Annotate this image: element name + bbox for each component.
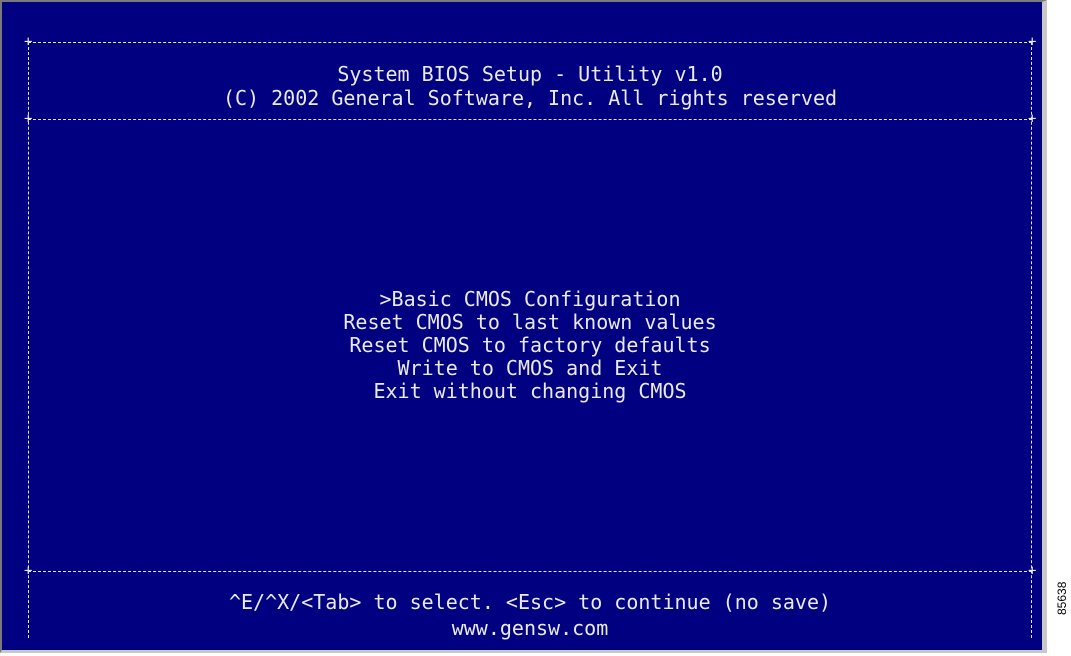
website-text: www.gensw.com [451,616,609,640]
frame-corner: + [24,563,33,579]
selection-marker: > [379,287,392,311]
page: + + + + + + System BIOS Setup - Utility … [0,0,1071,656]
bios-title: System BIOS Setup - Utility v1.0 [337,62,723,86]
menu-item-write-cmos-and-exit[interactable]: Write to CMOS and Exit [28,357,1032,380]
main-menu: >Basic CMOS Configuration Reset CMOS to … [28,288,1032,403]
frame-corner: + [24,111,33,127]
menu-item-reset-cmos-last-known[interactable]: Reset CMOS to last known values [28,311,1032,334]
copyright-notice: (C) 2002 General Software, Inc. All righ… [222,86,838,110]
footer-divider [28,571,1032,572]
key-help-text: ^E/^X/<Tab> to select. <Esc> to continue… [228,590,832,614]
bios-setup-window: + + + + + + System BIOS Setup - Utility … [0,0,1047,653]
frame-corner: + [24,34,33,50]
figure-id-label: 85638 [1055,581,1069,615]
frame-top-border [28,42,1032,43]
menu-item-reset-cmos-factory-defaults[interactable]: Reset CMOS to factory defaults [28,334,1032,357]
frame-corner: + [1028,34,1037,50]
menu-item-exit-without-changing[interactable]: Exit without changing CMOS [28,380,1032,403]
header-divider [28,119,1032,120]
frame-corner: + [1028,111,1037,127]
menu-item-basic-cmos-configuration[interactable]: >Basic CMOS Configuration [28,288,1032,311]
menu-item-label: Basic CMOS Configuration [391,287,681,311]
frame-corner: + [1028,563,1037,579]
